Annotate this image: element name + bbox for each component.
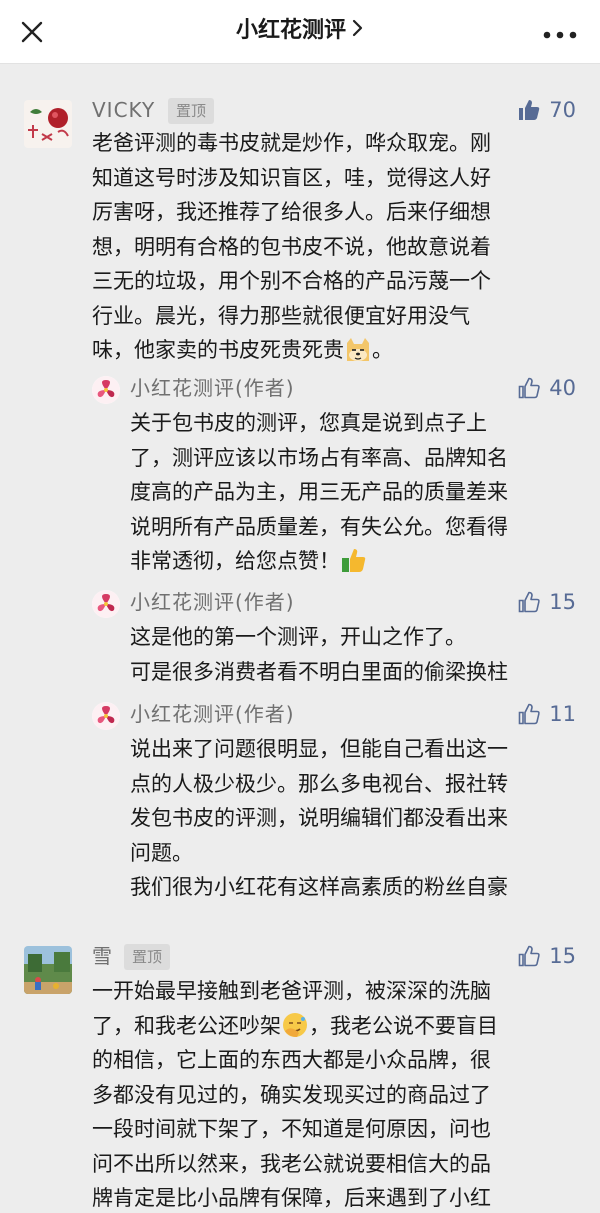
like-count: 15 bbox=[549, 590, 576, 614]
like-count: 11 bbox=[549, 702, 576, 726]
like-count: 70 bbox=[549, 98, 576, 122]
comment-line: 问不出所以然来，我老公就说要相信大的品 bbox=[92, 1151, 491, 1176]
comment-line: 牌肯定是比小品牌有保障，后来遇到了小红 bbox=[92, 1186, 491, 1210]
chevron-right-icon bbox=[352, 14, 364, 48]
avatar[interactable] bbox=[24, 100, 72, 148]
comment-line: 味，他家卖的书皮死贵死贵 bbox=[92, 338, 344, 362]
comment-line-tail: ，我老公说不要盲目 bbox=[309, 1013, 498, 1038]
reply-line: 我们很为小红花有这样高素质的粉丝自豪 bbox=[130, 875, 508, 899]
comment-line: 知道这号时涉及知识盲区，哇，觉得这人好 bbox=[92, 165, 491, 190]
top-bar: 小红花测评 bbox=[0, 0, 600, 64]
reply-line: 发包书皮的评测，说明编辑们都没看出来 bbox=[130, 806, 508, 830]
comment-line: 一段时间就下架了，不知道是何原因，问也 bbox=[92, 1117, 491, 1141]
thumbs-up-outline-icon bbox=[517, 944, 541, 968]
reply-text: 这是他的第一个测评，开山之作了。 可是很多消费者看不明白里面的偷梁换柱 bbox=[130, 620, 580, 689]
facepalm-emoji-icon bbox=[281, 1011, 309, 1039]
reply-line: 可是很多消费者看不明白里面的偷梁换柱 bbox=[130, 659, 508, 684]
comment-author[interactable]: 雪 bbox=[92, 942, 113, 970]
reply-line: 说出来了问题很明显，但能自己看出这一 bbox=[130, 737, 508, 761]
page-title-link[interactable]: 小红花测评 bbox=[0, 14, 600, 48]
doge-emoji-icon bbox=[344, 335, 372, 363]
reply-line: 非常透彻，给您点赞！ bbox=[130, 549, 340, 573]
thumbs-up-outline-icon bbox=[517, 702, 541, 726]
reply-line: 度高的产品为主，用三无产品的质量差来 bbox=[130, 480, 508, 504]
reply-line: 这是他的第一个测评，开山之作了。 bbox=[130, 625, 466, 649]
thumbs-up-filled-icon bbox=[517, 98, 541, 122]
reply-line: 了，测评应该以市场占有率高、品牌知名 bbox=[130, 445, 508, 470]
reply-text: 说出来了问题很明显，但能自己看出这一 点的人极少极少。那么多电视台、报社转 发包… bbox=[130, 732, 580, 905]
more-icon[interactable] bbox=[542, 26, 578, 39]
pinned-badge: 置顶 bbox=[124, 944, 171, 970]
comment-line: 想，明明有合格的包书皮不说，他故意说着 bbox=[92, 234, 491, 259]
like-button[interactable]: 15 bbox=[517, 942, 576, 970]
avatar[interactable] bbox=[24, 946, 72, 994]
comment-text: 老爸评测的毒书皮就是炒作，哗众取宠。刚 知道这号时涉及知识盲区，哇，觉得这人好 … bbox=[92, 126, 578, 368]
comment-line: 老爸评测的毒书皮就是炒作，哗众取宠。刚 bbox=[92, 131, 491, 155]
comment-line-tail: 。 bbox=[372, 338, 393, 362]
like-count: 40 bbox=[549, 376, 576, 400]
thumbs-up-emoji-icon bbox=[340, 546, 368, 574]
reply-line: 点的人极少极少。那么多电视台、报社转 bbox=[130, 771, 508, 796]
comment-line: 一开始最早接触到老爸评测，被深深的洗脑 bbox=[92, 979, 491, 1003]
comment-line: 的相信，它上面的东西大都是小众品牌，很 bbox=[92, 1048, 491, 1072]
comment-line: 三无的垃圾，用个别不合格的产品污蔑一个 bbox=[92, 269, 491, 293]
comment-line: 了，和我老公还吵架 bbox=[92, 1013, 281, 1038]
thumbs-up-outline-icon bbox=[517, 590, 541, 614]
avatar[interactable] bbox=[92, 376, 120, 404]
like-count: 15 bbox=[549, 944, 576, 968]
reply-text: 关于包书皮的测评，您真是说到点子上 了，测评应该以市场占有率高、品牌知名 度高的… bbox=[130, 406, 580, 579]
pinned-badge: 置顶 bbox=[168, 98, 215, 124]
comment-line-with-emoji: 味，他家卖的书皮死贵死贵 。 bbox=[92, 333, 578, 368]
avatar[interactable] bbox=[92, 702, 120, 730]
reply-author[interactable]: 小红花测评(作者) bbox=[130, 588, 295, 616]
comment-text: 一开始最早接触到老爸评测，被深深的洗脑 了，和我老公还吵架 ，我老公说不要盲目 的… bbox=[92, 974, 578, 1213]
reply-author[interactable]: 小红花测评(作者) bbox=[130, 374, 295, 402]
thumbs-up-outline-icon bbox=[517, 376, 541, 400]
reply-line: 问题。 bbox=[130, 840, 193, 865]
reply-line-with-emoji: 非常透彻，给您点赞！ bbox=[130, 544, 580, 579]
reply-line: 关于包书皮的测评，您真是说到点子上 bbox=[130, 411, 487, 435]
comment-list: VICKY 置顶 70 老爸评测的毒书皮就是炒作，哗众取宠。刚 知道这号时涉及知… bbox=[0, 64, 600, 1213]
like-button[interactable]: 11 bbox=[517, 700, 576, 728]
like-button[interactable]: 70 bbox=[517, 96, 576, 124]
comment-line: 厉害呀，我还推荐了给很多人。后来仔细想 bbox=[92, 200, 491, 224]
like-button[interactable]: 15 bbox=[517, 588, 576, 616]
page-title: 小红花测评 bbox=[235, 18, 346, 43]
avatar[interactable] bbox=[92, 590, 120, 618]
comment-line: 行业。晨光，得力那些就很便宜好用没气 bbox=[92, 303, 470, 328]
comment-line: 多都没有见过的，确实发现买过的商品过了 bbox=[92, 1082, 491, 1107]
reply-line: 说明所有产品质量差，有失公允。您看得 bbox=[130, 514, 508, 539]
reply-author[interactable]: 小红花测评(作者) bbox=[130, 700, 295, 728]
comment-author[interactable]: VICKY bbox=[92, 96, 155, 124]
like-button[interactable]: 40 bbox=[517, 374, 576, 402]
comment-line-with-emoji: 了，和我老公还吵架 ，我老公说不要盲目 bbox=[92, 1009, 578, 1044]
